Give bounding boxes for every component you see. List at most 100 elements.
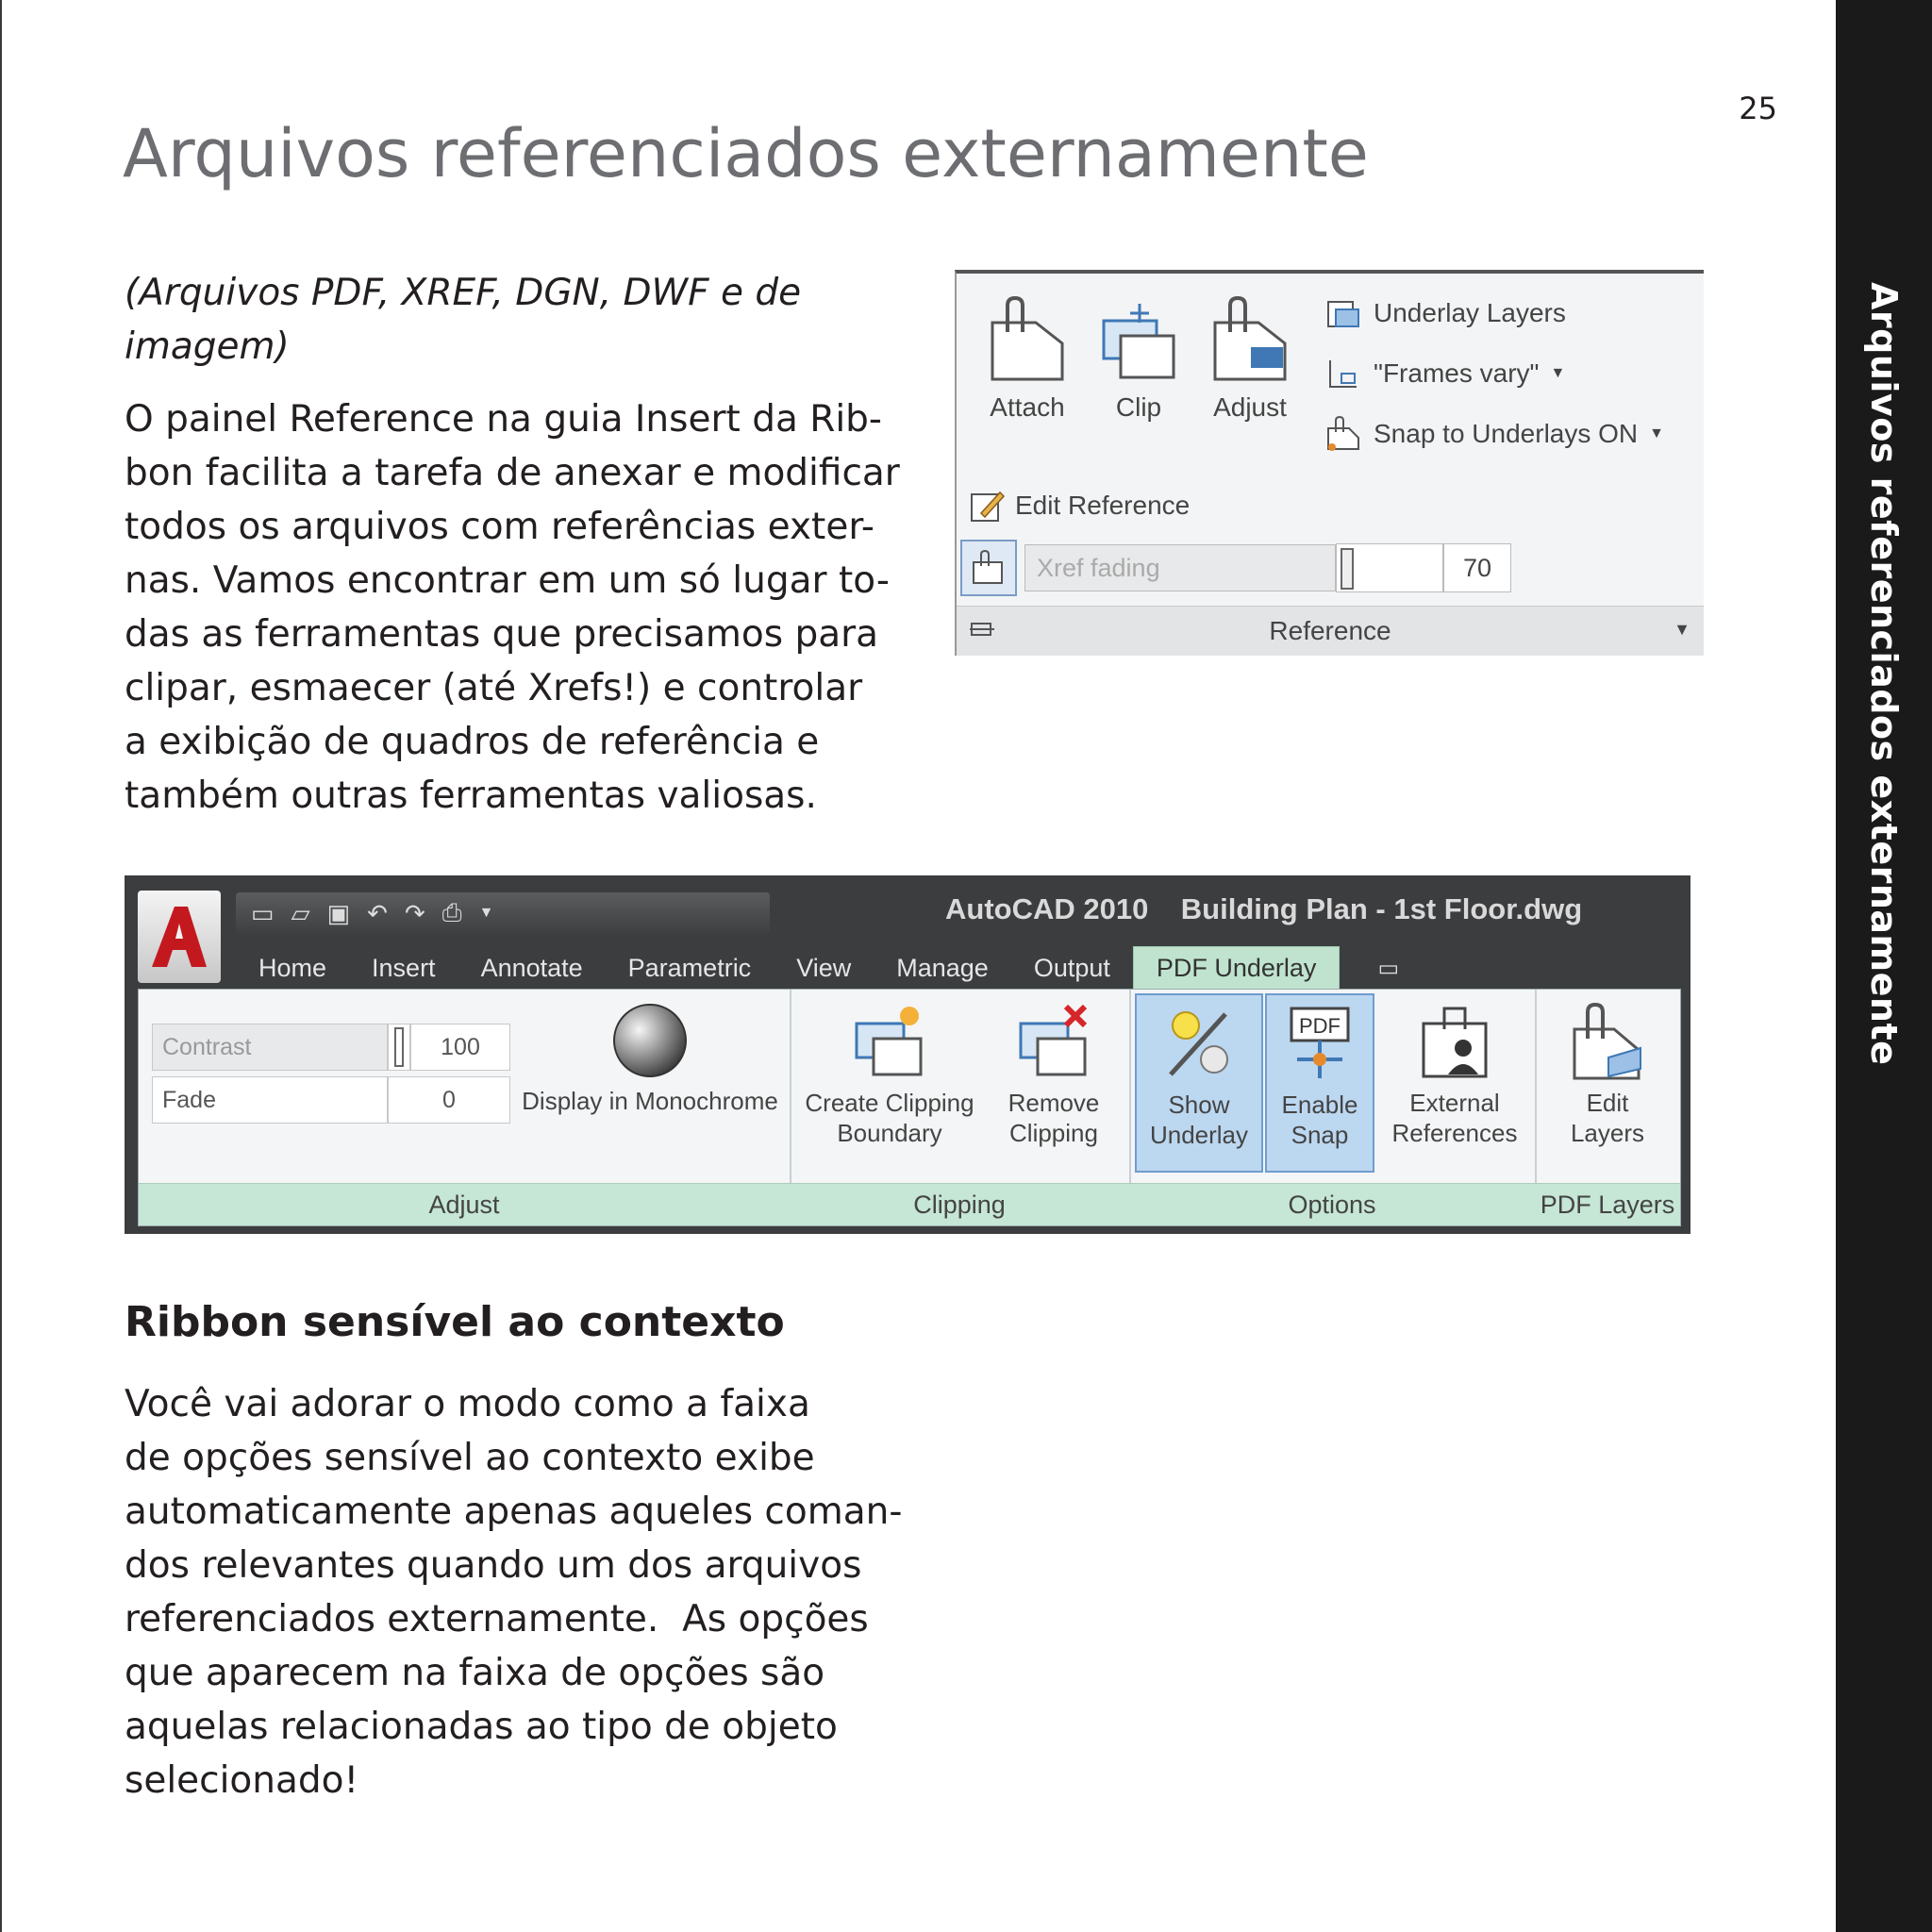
external-references-button[interactable]: External References [1380, 1001, 1529, 1148]
page-left-rule [0, 0, 2, 1932]
redo-icon[interactable]: ↷ [405, 899, 425, 928]
panel-adjust: Contrast 100 Fade 0 Display in Monochrom… [139, 990, 791, 1225]
edit-layers-label: Edit [1586, 1089, 1629, 1117]
window-title: AutoCAD 2010 Building Plan - 1st Floor.d… [945, 892, 1583, 925]
pdf-badge-text: PDF [1299, 1014, 1341, 1038]
display-monochrome-button[interactable]: Display in Monochrome [516, 1001, 784, 1116]
show-underlay-label: Show [1168, 1091, 1230, 1119]
snap-icon [1327, 415, 1359, 451]
enable-snap-button[interactable]: PDF Enable Snap [1265, 993, 1374, 1173]
open-folder-icon[interactable]: ▱ [291, 899, 310, 928]
monochrome-sphere-icon [613, 1004, 687, 1077]
reference-panel-footer: Reference ▼ [957, 606, 1704, 656]
xref-fading-slider[interactable] [1336, 543, 1443, 592]
paragraph-line: nas. Vamos encontrar em um só lugar to- [125, 559, 890, 602]
paragraph-line: clipar, esmaecer (até Xrefs!) e controla… [125, 667, 863, 709]
snap-dropdown[interactable]: Snap to Underlays ON ▼ [1324, 415, 1664, 453]
minimize-ribbon-icon[interactable]: ▭ [1377, 955, 1399, 982]
edit-layers-icon [1573, 1002, 1641, 1080]
remove-clip-icon [1019, 1004, 1088, 1076]
slider-thumb[interactable] [394, 1027, 404, 1067]
tab-parametric[interactable]: Parametric [606, 947, 774, 989]
page-title: Arquivos referenciados externamente [123, 115, 1369, 192]
paragraph-line: que aparecem na faixa de opções são [125, 1652, 825, 1694]
page-number: 25 [1739, 91, 1777, 126]
paragraph-line: selecionado! [125, 1759, 359, 1802]
chevron-down-icon: ▼ [1649, 425, 1664, 441]
create-clipping-label: Create Clipping [805, 1089, 974, 1117]
edit-layers-button[interactable]: Edit Layers [1539, 1001, 1676, 1148]
create-clipping-boundary-button[interactable]: Create Clipping Boundary [795, 1001, 984, 1148]
panel-expand-icon[interactable]: ▼ [1674, 620, 1690, 640]
show-underlay-icon [1169, 1011, 1228, 1076]
save-icon[interactable]: ▣ [327, 899, 351, 928]
paragraph-line: das as ferramentas que precisamos para [125, 613, 879, 656]
edit-reference-icon [971, 491, 1006, 522]
print-icon[interactable]: ⎙ [442, 898, 462, 928]
tab-manage[interactable]: Manage [874, 947, 1011, 989]
underlay-layers-label: Underlay Layers [1374, 298, 1566, 327]
edit-layers-label: Layers [1570, 1119, 1645, 1147]
clip-button[interactable]: Clip [1087, 294, 1191, 423]
contrast-label: Contrast [152, 1024, 388, 1071]
autocad-logo-icon [152, 907, 207, 967]
tab-annotate[interactable]: Annotate [458, 947, 606, 989]
layers-icon [1327, 301, 1359, 327]
enable-snap-label: Snap [1291, 1121, 1349, 1149]
paragraph-line: aquelas relacionadas ao tipo de objeto [125, 1706, 838, 1748]
snap-label: Snap to Underlays ON [1374, 419, 1639, 448]
contrast-value[interactable]: 100 [410, 1024, 510, 1071]
quick-access-toolbar: ▭ ▱ ▣ ↶ ↷ ⎙ ▼ [236, 892, 770, 934]
paragraph-line: dos relevantes quando um dos arquivos [125, 1544, 862, 1587]
tab-pdf-underlay[interactable]: PDF Underlay [1132, 946, 1341, 990]
external-references-icon [1422, 1007, 1488, 1078]
adjust-label: Adjust [1213, 392, 1287, 422]
application-menu-button[interactable] [138, 891, 221, 983]
fade-value[interactable]: 0 [388, 1076, 510, 1124]
tab-insert[interactable]: Insert [349, 947, 458, 989]
paragraph-reference-panel: O painel Reference na guia Insert da Rib… [125, 392, 900, 823]
undo-icon[interactable]: ↶ [367, 899, 388, 928]
enable-snap-icon: PDF [1290, 1007, 1350, 1078]
paragraph-line: automaticamente apenas aqueles coman- [125, 1491, 903, 1533]
remove-clipping-label: Remove [1008, 1089, 1100, 1117]
autocad-ribbon-screenshot: ▭ ▱ ▣ ↶ ↷ ⎙ ▼ AutoCAD 2010 Building Plan… [125, 875, 1690, 1234]
create-clipping-label: Boundary [837, 1119, 942, 1147]
paragraph-line: referenciados externamente. As opções [125, 1598, 869, 1641]
paragraph-context-ribbon: Você vai adorar o modo como a faixa de o… [125, 1377, 903, 1807]
chevron-down-icon: ▼ [1550, 365, 1566, 381]
tab-output[interactable]: Output [1011, 947, 1133, 989]
side-tab-title: Arquivos referenciados externamente [1863, 281, 1905, 1066]
edit-reference-button[interactable]: Edit Reference [968, 487, 1190, 525]
paragraph-line: O painel Reference na guia Insert da Rib… [125, 398, 883, 441]
contrast-slider[interactable] [388, 1024, 410, 1071]
xref-fading-toggle[interactable] [960, 540, 1017, 596]
attach-button[interactable]: Attach [975, 294, 1079, 423]
chevron-down-icon[interactable]: ▼ [479, 905, 494, 922]
xref-fading-row: Xref fading 70 [960, 540, 1545, 596]
adjust-button[interactable]: Adjust [1198, 294, 1302, 423]
edit-reference-label: Edit Reference [1015, 491, 1191, 520]
tab-home[interactable]: Home [236, 947, 349, 989]
adjust-icon [1213, 295, 1287, 381]
paragraph-line: também outras ferramentas valiosas. [125, 774, 817, 817]
frames-dropdown[interactable]: "Frames vary" ▼ [1324, 355, 1565, 392]
panel-clipping-label: Clipping [790, 1183, 1129, 1225]
remove-clipping-button[interactable]: Remove Clipping [988, 1001, 1120, 1148]
xref-fading-value[interactable]: 70 [1443, 543, 1511, 592]
subtitle-line: (Arquivos PDF, XREF, DGN, DWF e de [125, 272, 802, 314]
ribbon-tabs: Home Insert Annotate Parametric View Man… [236, 946, 1399, 990]
panel-options: Show Underlay PDF Enable Snap External R… [1129, 990, 1537, 1225]
slider-thumb[interactable] [1341, 548, 1354, 590]
underlay-layers-button[interactable]: Underlay Layers [1324, 294, 1566, 332]
ribbon-body: Contrast 100 Fade 0 Display in Monochrom… [138, 989, 1681, 1226]
tab-view[interactable]: View [774, 947, 874, 989]
show-underlay-button[interactable]: Show Underlay [1135, 993, 1263, 1173]
new-file-icon[interactable]: ▭ [251, 899, 275, 928]
paragraph-line: bon facilita a tarefa de anexar e modifi… [125, 452, 900, 494]
pin-icon[interactable] [968, 618, 996, 649]
paragraph-line: Você vai adorar o modo como a faixa [125, 1383, 810, 1425]
side-tab: Arquivos referenciados externamente [1836, 0, 1932, 1932]
attach-icon [991, 295, 1064, 381]
clip-icon [1102, 304, 1175, 379]
